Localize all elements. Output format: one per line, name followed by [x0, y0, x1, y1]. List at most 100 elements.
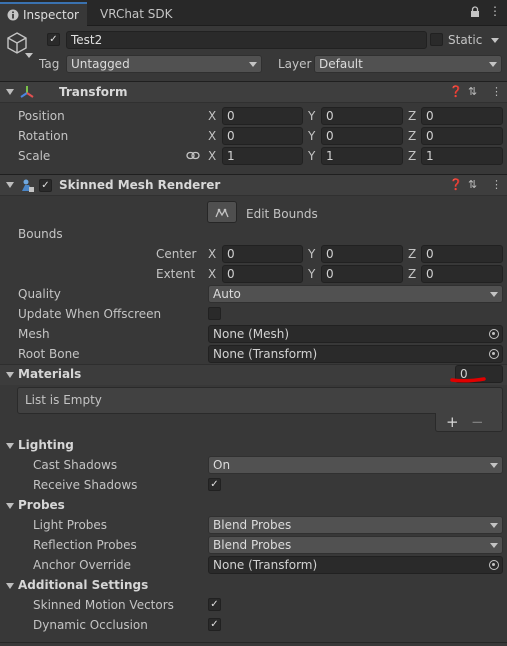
- object-picker-icon[interactable]: [489, 329, 499, 339]
- extent-label: Extent: [156, 267, 196, 281]
- center-y-field[interactable]: 0: [321, 245, 403, 263]
- quality-value: Auto: [213, 287, 241, 301]
- tab-inspector-label: Inspector: [23, 8, 79, 22]
- tag-dropdown[interactable]: Untagged: [66, 55, 262, 73]
- position-y-label[interactable]: Y: [308, 107, 315, 125]
- mesh-value: None (Mesh): [213, 327, 290, 341]
- center-x-field[interactable]: 0: [222, 245, 303, 263]
- position-x-field[interactable]: 0: [222, 107, 303, 125]
- probes-foldout-icon[interactable]: [6, 503, 14, 509]
- scale-x-field[interactable]: 1: [222, 147, 303, 165]
- extent-y-field[interactable]: 0: [321, 265, 403, 283]
- scale-x-label[interactable]: X: [208, 147, 216, 165]
- red-annotation-mark: [450, 377, 486, 383]
- center-y-label[interactable]: Y: [308, 245, 315, 263]
- help-icon[interactable]: ❓: [449, 178, 463, 192]
- extent-y-label[interactable]: Y: [308, 265, 315, 283]
- lock-icon[interactable]: [470, 6, 480, 18]
- scale-y-field[interactable]: 1: [321, 147, 403, 165]
- quality-dropdown[interactable]: Auto: [208, 285, 503, 303]
- rotation-y-field[interactable]: 0: [321, 127, 403, 145]
- rotation-z-field[interactable]: 0: [421, 127, 503, 145]
- extent-z-label[interactable]: Z: [408, 265, 416, 283]
- chevron-down-icon: [489, 62, 497, 67]
- root-bone-field[interactable]: None (Transform): [208, 345, 503, 363]
- smr-enabled-toggle[interactable]: ✓: [39, 179, 52, 192]
- help-icon[interactable]: ❓: [449, 85, 463, 99]
- reflection-probes-dropdown[interactable]: Blend Probes: [208, 536, 503, 554]
- update-offscreen-label: Update When Offscreen: [18, 307, 162, 321]
- scale-label: Scale: [18, 149, 51, 163]
- scale-z-label[interactable]: Z: [408, 147, 416, 165]
- lighting-label[interactable]: Lighting: [18, 436, 74, 454]
- smr-header[interactable]: ✓ Skinned Mesh Renderer ❓ ⇅ ⋮: [0, 174, 507, 196]
- object-picker-icon[interactable]: [489, 560, 499, 570]
- edit-bounds-icon: [215, 208, 229, 218]
- more-menu-icon[interactable]: ⋮: [489, 4, 501, 18]
- add-element-button[interactable]: +: [446, 413, 459, 431]
- smr-title: Skinned Mesh Renderer: [59, 178, 221, 192]
- extent-x-label[interactable]: X: [208, 265, 216, 283]
- static-dropdown-caret[interactable]: [491, 38, 499, 43]
- foldout-arrow-icon[interactable]: [6, 89, 14, 95]
- position-x-label[interactable]: X: [208, 107, 216, 125]
- link-icon[interactable]: [186, 151, 200, 160]
- mesh-field[interactable]: None (Mesh): [208, 325, 503, 343]
- rotation-x-label[interactable]: X: [208, 127, 216, 145]
- rotation-x-field[interactable]: 0: [222, 127, 303, 145]
- additional-settings-label[interactable]: Additional Settings: [18, 576, 148, 594]
- transform-header[interactable]: Transform ❓ ⇅ ⋮: [0, 81, 507, 103]
- active-toggle[interactable]: ✓: [47, 33, 60, 46]
- anchor-override-field[interactable]: None (Transform): [208, 556, 503, 574]
- position-y-field[interactable]: 0: [321, 107, 403, 125]
- extent-x-field[interactable]: 0: [222, 265, 303, 283]
- icon-dropdown-caret[interactable]: [25, 53, 33, 58]
- light-probes-label: Light Probes: [33, 518, 108, 532]
- more-menu-icon[interactable]: ⋮: [491, 85, 502, 99]
- static-toggle[interactable]: [430, 33, 443, 46]
- reflection-probes-label: Reflection Probes: [33, 538, 137, 552]
- center-z-label[interactable]: Z: [408, 245, 416, 263]
- preset-icon[interactable]: ⇅: [468, 85, 477, 99]
- scale-z-field[interactable]: 1: [421, 147, 503, 165]
- list-empty-text: List is Empty: [25, 393, 102, 407]
- tag-label: Tag: [39, 57, 60, 71]
- root-bone-label: Root Bone: [18, 347, 80, 361]
- layer-dropdown[interactable]: Default: [314, 55, 502, 73]
- layer-label: Layer: [278, 57, 312, 71]
- edit-bounds-button[interactable]: [207, 201, 237, 223]
- preset-icon[interactable]: ⇅: [468, 178, 477, 192]
- center-z-field[interactable]: 0: [421, 245, 503, 263]
- object-picker-icon[interactable]: [489, 349, 499, 359]
- chevron-down-icon: [490, 463, 498, 468]
- chevron-down-icon: [490, 292, 498, 297]
- static-label: Static: [448, 33, 483, 47]
- foldout-arrow-icon[interactable]: [6, 372, 14, 378]
- motion-vectors-toggle[interactable]: ✓: [208, 598, 221, 611]
- light-probes-value: Blend Probes: [213, 518, 292, 532]
- gameobject-name-field[interactable]: Test2: [66, 31, 427, 49]
- foldout-arrow-icon[interactable]: [6, 182, 14, 188]
- rotation-z-label[interactable]: Z: [408, 127, 416, 145]
- cast-shadows-dropdown[interactable]: On: [208, 456, 503, 474]
- dynamic-occlusion-label: Dynamic Occlusion: [33, 618, 148, 632]
- more-menu-icon[interactable]: ⋮: [491, 178, 502, 192]
- dynamic-occlusion-toggle[interactable]: ✓: [208, 618, 221, 631]
- receive-shadows-toggle[interactable]: ✓: [208, 478, 221, 491]
- chevron-down-icon: [490, 543, 498, 548]
- lighting-foldout-icon[interactable]: [6, 443, 14, 449]
- tab-vrchat-sdk[interactable]: VRChat SDK: [88, 2, 178, 26]
- extent-z-field[interactable]: 0: [421, 265, 503, 283]
- probes-label[interactable]: Probes: [18, 496, 65, 514]
- light-probes-dropdown[interactable]: Blend Probes: [208, 516, 503, 534]
- transform-title: Transform: [59, 85, 128, 99]
- position-z-label[interactable]: Z: [408, 107, 416, 125]
- additional-foldout-icon[interactable]: [6, 583, 14, 589]
- scale-y-label[interactable]: Y: [308, 147, 315, 165]
- rotation-y-label[interactable]: Y: [308, 127, 315, 145]
- remove-element-button[interactable]: −: [471, 413, 484, 431]
- update-offscreen-toggle[interactable]: [208, 307, 221, 320]
- position-z-field[interactable]: 0: [421, 107, 503, 125]
- center-x-label[interactable]: X: [208, 245, 216, 263]
- tab-inspector[interactable]: Inspector: [0, 2, 87, 26]
